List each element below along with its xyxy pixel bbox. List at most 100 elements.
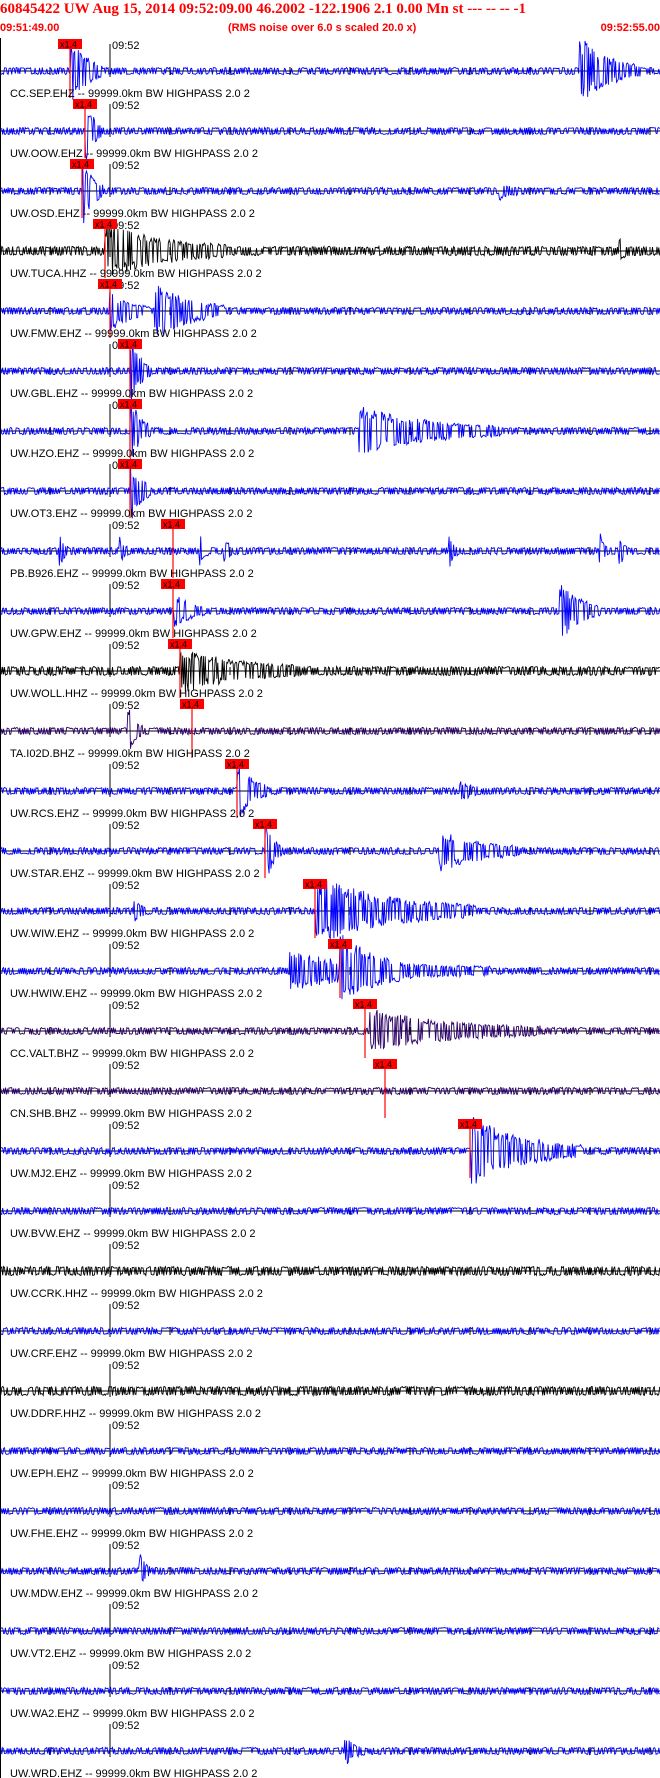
- minute-tick-label: 09:52: [112, 580, 140, 592]
- station-label: UW.OT3.EHZ -- 99999.0km BW HIGHPASS 2.0 …: [10, 508, 252, 520]
- minute-tick-label: 09:52: [112, 940, 140, 952]
- waveform-trace: [0, 651, 660, 693]
- pick-label: x1.4: [95, 220, 112, 230]
- trace-row: 09:52 x1.4 UW.STAR.EHZ -- 99999.0km BW HIG…: [0, 819, 660, 880]
- trace-row: 09:52 x1.4 PB.B926.EHZ -- 99999.0km BW HIG…: [0, 519, 660, 580]
- station-label: UW.RCS.EHZ -- 99999.0km BW HIGHPASS 2.0 …: [10, 808, 254, 820]
- station-label: UW.WOLL.HHZ -- 99999.0km BW HIGHPASS 2.0…: [10, 688, 263, 700]
- minute-tick-label: 09:52: [112, 700, 140, 712]
- trace-row: 09:52 UW.FHE.EHZ -- 99999.0km BW HIGHPASS…: [0, 1480, 660, 1540]
- minute-tick-label: 09:52: [112, 760, 140, 772]
- waveform-trace: [0, 824, 660, 874]
- trace-row: 09:52 x1.4 UW.GPW.EHZ -- 99999.0km BW HIGH…: [0, 579, 660, 640]
- seismogram-plot: 09:52x1.4CC.SEP.EHZ -- 99999.0km BW HIGH…: [0, 38, 660, 1778]
- station-label: UW.FMW.EHZ -- 99999.0km BW HIGHPASS 2.0 …: [10, 328, 257, 340]
- station-label: UW.WRD.EHZ -- 99999.0km BW HIGHPASS 2.0 …: [10, 1768, 257, 1778]
- time-start-label: 09:51:49.00: [0, 22, 60, 34]
- station-label: UW.HWIW.EHZ -- 99999.0km BW HIGHPASS 2.0…: [10, 988, 262, 1000]
- trace-row: 09:52 UW.MDW.EHZ -- 99999.0km BW HIGHPASS…: [0, 1540, 660, 1600]
- minute-tick-label: 09:52: [112, 1420, 140, 1432]
- trace-row: 09:52 UW.BVW.EHZ -- 99999.0km BW HIGHPASS…: [0, 1180, 660, 1240]
- waveform-trace: [0, 1009, 660, 1050]
- pick-label: x1.4: [170, 640, 187, 650]
- pick-label: x1.4: [120, 340, 137, 350]
- pick-label: x1.4: [255, 820, 272, 830]
- station-label: PB.B926.EHZ -- 99999.0km BW HIGHPASS 2.0…: [10, 568, 254, 580]
- minute-tick-label: 09:52: [112, 820, 140, 832]
- pick-label: x1.4: [305, 880, 322, 890]
- trace-row: 09:52 x1.4 CC.SEP.EHZ -- 99999.0km BW HIGH…: [0, 39, 660, 100]
- pick-label: x1.4: [375, 1060, 392, 1070]
- station-label: UW.STAR.EHZ -- 99999.0km BW HIGHPASS 2.0…: [10, 868, 260, 880]
- minute-tick-label: 09:52: [112, 1300, 140, 1312]
- minute-tick-label: 09:52: [112, 1060, 140, 1072]
- trace-row: 09:52x1.4UW.TUCA.HHZ -- 99999.0km BW HIG…: [0, 219, 660, 280]
- trace-row: 09:52 x1.4 UW.WIW.EHZ -- 99999.0km BW HIGH…: [0, 879, 660, 940]
- minute-tick-label: 09:52: [112, 1180, 140, 1192]
- trace-row: 09:52 x1.4 UW.RCS.EHZ -- 99999.0km BW HIGH…: [0, 759, 660, 820]
- pick-label: x1.4: [100, 280, 117, 290]
- station-label: UW.GBL.EHZ -- 99999.0km BW HIGHPASS 2.0 …: [10, 388, 253, 400]
- trace-row: 09:52 x1.4 UW.HWIW.EHZ -- 99999.0km BW HIG…: [0, 935, 660, 1000]
- station-label: UW.WA2.EHZ -- 99999.0km BW HIGHPASS 2.0 …: [10, 1708, 255, 1720]
- trace-row: 09:52x1.4UW.FMW.EHZ -- 99999.0km BW HIGH…: [0, 279, 660, 340]
- pick-label: x1.4: [330, 940, 347, 950]
- minute-tick-label: 09:52: [112, 1540, 140, 1552]
- minute-tick-label: 09:52: [112, 1240, 140, 1252]
- station-label: UW.OSD.EHZ -- 99999.0km BW HIGHPASS 2.0 …: [10, 208, 255, 220]
- station-label: UW.CRF.EHZ -- 99999.0km BW HIGHPASS 2.0 …: [10, 1348, 252, 1360]
- minute-tick-label: 09:52: [112, 1660, 140, 1672]
- minute-tick-label: 09:52: [112, 520, 140, 532]
- station-label: UW.WIW.EHZ -- 99999.0km BW HIGHPASS 2.0 …: [10, 928, 254, 940]
- station-label: CC.SEP.EHZ -- 99999.0km BW HIGHPASS 2.0 …: [10, 88, 250, 100]
- event-title: 60845422 UW Aug 15, 2014 09:52:09.00 46.…: [0, 1, 526, 17]
- station-label: UW.DDRF.HHZ -- 99999.0km BW HIGHPASS 2.0…: [10, 1408, 261, 1420]
- trace-row: 09:52 x1.4 UW.OSD.EHZ -- 99999.0km BW HIGH…: [0, 159, 660, 224]
- pick-label: x1.4: [72, 160, 89, 170]
- trace-row: 09:52 x1.4 CC.VALT.BHZ -- 99999.0km BW HIG…: [0, 999, 660, 1060]
- station-label: UW.BVW.EHZ -- 99999.0km BW HIGHPASS 2.0 …: [10, 1228, 256, 1240]
- trace-row: 09:52 UW.VT2.EHZ -- 99999.0km BW HIGHPASS…: [0, 1600, 660, 1660]
- station-label: UW.MJ2.EHZ -- 99999.0km BW HIGHPASS 2.0 …: [10, 1168, 252, 1180]
- time-end-label: 09:52:55.00: [600, 22, 660, 34]
- minute-tick-label: 09:52: [112, 40, 140, 52]
- station-label: TA.I02D.BHZ -- 99999.0km BW HIGHPASS 2.0…: [10, 748, 250, 760]
- trace-row: 09:52 x1.4 TA.I02D.BHZ -- 99999.0km BW HIG…: [0, 699, 660, 760]
- waveform-trace: [0, 1554, 660, 1582]
- pick-label: x1.4: [75, 100, 92, 110]
- trace-row: 09:52 x1.4 UW.WOLL.HHZ -- 99999.0km BW HIG…: [0, 639, 660, 700]
- waveform-trace: [0, 709, 660, 749]
- trace-row: 09:52 UW.EPH.EHZ -- 99999.0km BW HIGHPASS…: [0, 1420, 660, 1480]
- pick-label: x1.4: [60, 40, 77, 50]
- minute-tick-label: 09:52: [112, 640, 140, 652]
- station-label: CN.SHB.BHZ -- 99999.0km BW HIGHPASS 2.0 …: [10, 1108, 252, 1120]
- station-label: CC.VALT.BHZ -- 99999.0km BW HIGHPASS 2.0…: [10, 1048, 254, 1060]
- station-label: UW.EPH.EHZ -- 99999.0km BW HIGHPASS 2.0 …: [10, 1468, 254, 1480]
- trace-row: 09:52 UW.WA2.EHZ -- 99999.0km BW HIGHPASS…: [0, 1660, 660, 1720]
- minute-tick-label: 09:52: [112, 1720, 140, 1732]
- station-label: UW.VT2.EHZ -- 99999.0km BW HIGHPASS 2.0 …: [10, 1648, 251, 1660]
- pick-label: x1.4: [163, 520, 180, 530]
- trace-row: 09:52x1.4UW.OT3.EHZ -- 99999.0km BW HIGH…: [0, 458, 660, 520]
- trace-row: 09:52 x1.4 UW.OOW.EHZ -- 99999.0km BW HIGH…: [0, 99, 660, 160]
- station-label: UW.CCRK.HHZ -- 99999.0km BW HIGHPASS 2.0…: [10, 1288, 263, 1300]
- minute-tick-label: 09:52: [112, 1000, 140, 1012]
- waveform-trace: [0, 1739, 660, 1764]
- trace-row: 09:52 UW.DDRF.HHZ -- 99999.0km BW HIGHPAS…: [0, 1360, 660, 1420]
- minute-tick-label: 09:52: [112, 1480, 140, 1492]
- pick-label: x1.4: [355, 1000, 372, 1010]
- waveform-trace: [0, 533, 660, 567]
- station-label: UW.FHE.EHZ -- 99999.0km BW HIGHPASS 2.0 …: [10, 1528, 253, 1540]
- trace-row: 09:52x1.4UW.HZO.EHZ -- 99999.0km BW HIGH…: [0, 399, 660, 460]
- minute-tick-label: 09:52: [112, 1120, 140, 1132]
- pick-label: x1.4: [120, 400, 137, 410]
- rms-note: (RMS noise over 6.0 s scaled 20.0 x): [228, 22, 417, 34]
- plot-header: 60845422 UW Aug 15, 2014 09:52:09.00 46.…: [0, 0, 660, 38]
- trace-row: 09:52x1.4UW.GBL.EHZ -- 99999.0km BW HIGH…: [0, 339, 660, 404]
- station-label: UW.OOW.EHZ -- 99999.0km BW HIGHPASS 2.0 …: [10, 148, 258, 160]
- pick-label: x1.4: [163, 580, 180, 590]
- minute-tick-label: 09:52: [112, 160, 140, 172]
- minute-tick-label: 09:52: [112, 100, 140, 112]
- minute-tick-label: 09:52: [112, 1600, 140, 1612]
- pick-label: x1.4: [227, 760, 244, 770]
